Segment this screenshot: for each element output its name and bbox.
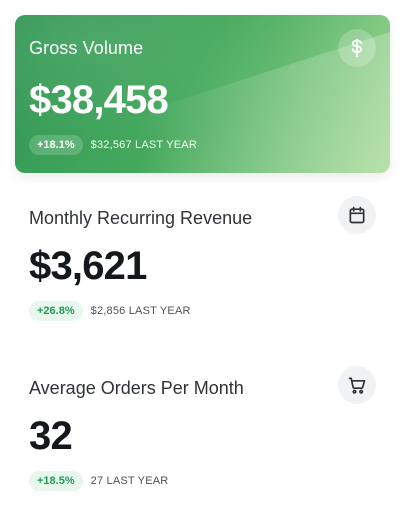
card-meta: +26.8% $2,856 LAST YEAR [29, 301, 191, 321]
last-year-text: 27 LAST YEAR [90, 475, 169, 487]
calendar-icon [338, 196, 376, 234]
card-title: Average Orders Per Month [29, 378, 244, 398]
card-meta: +18.1% $32,567 LAST YEAR [29, 135, 197, 155]
last-year-text: $32,567 LAST YEAR [90, 139, 197, 151]
change-pill: +18.5% [29, 471, 83, 491]
card-value: $3,621 [29, 244, 147, 288]
card-title: Monthly Recurring Revenue [29, 208, 253, 228]
mrr-card: Monthly Recurring Revenue $3,621 +26.8% … [15, 196, 390, 358]
gross-volume-card: Gross Volume $38,458 +18.1% $32,567 LAST… [15, 15, 390, 173]
last-year-text: $2,856 LAST YEAR [90, 305, 191, 317]
change-pill: +18.1% [29, 135, 83, 155]
change-pill: +26.8% [29, 301, 83, 321]
cart-icon [338, 366, 376, 404]
kpi-cards: Gross Volume $38,458 +18.1% $32,567 LAST… [0, 0, 405, 529]
card-title: Gross Volume [29, 38, 144, 58]
card-meta: +18.5% 27 LAST YEAR [29, 471, 168, 491]
dollar-icon [338, 29, 376, 67]
card-value: 32 [29, 414, 73, 458]
avg-orders-card: Average Orders Per Month 32 +18.5% 27 LA… [15, 366, 390, 528]
card-value: $38,458 [29, 78, 169, 122]
